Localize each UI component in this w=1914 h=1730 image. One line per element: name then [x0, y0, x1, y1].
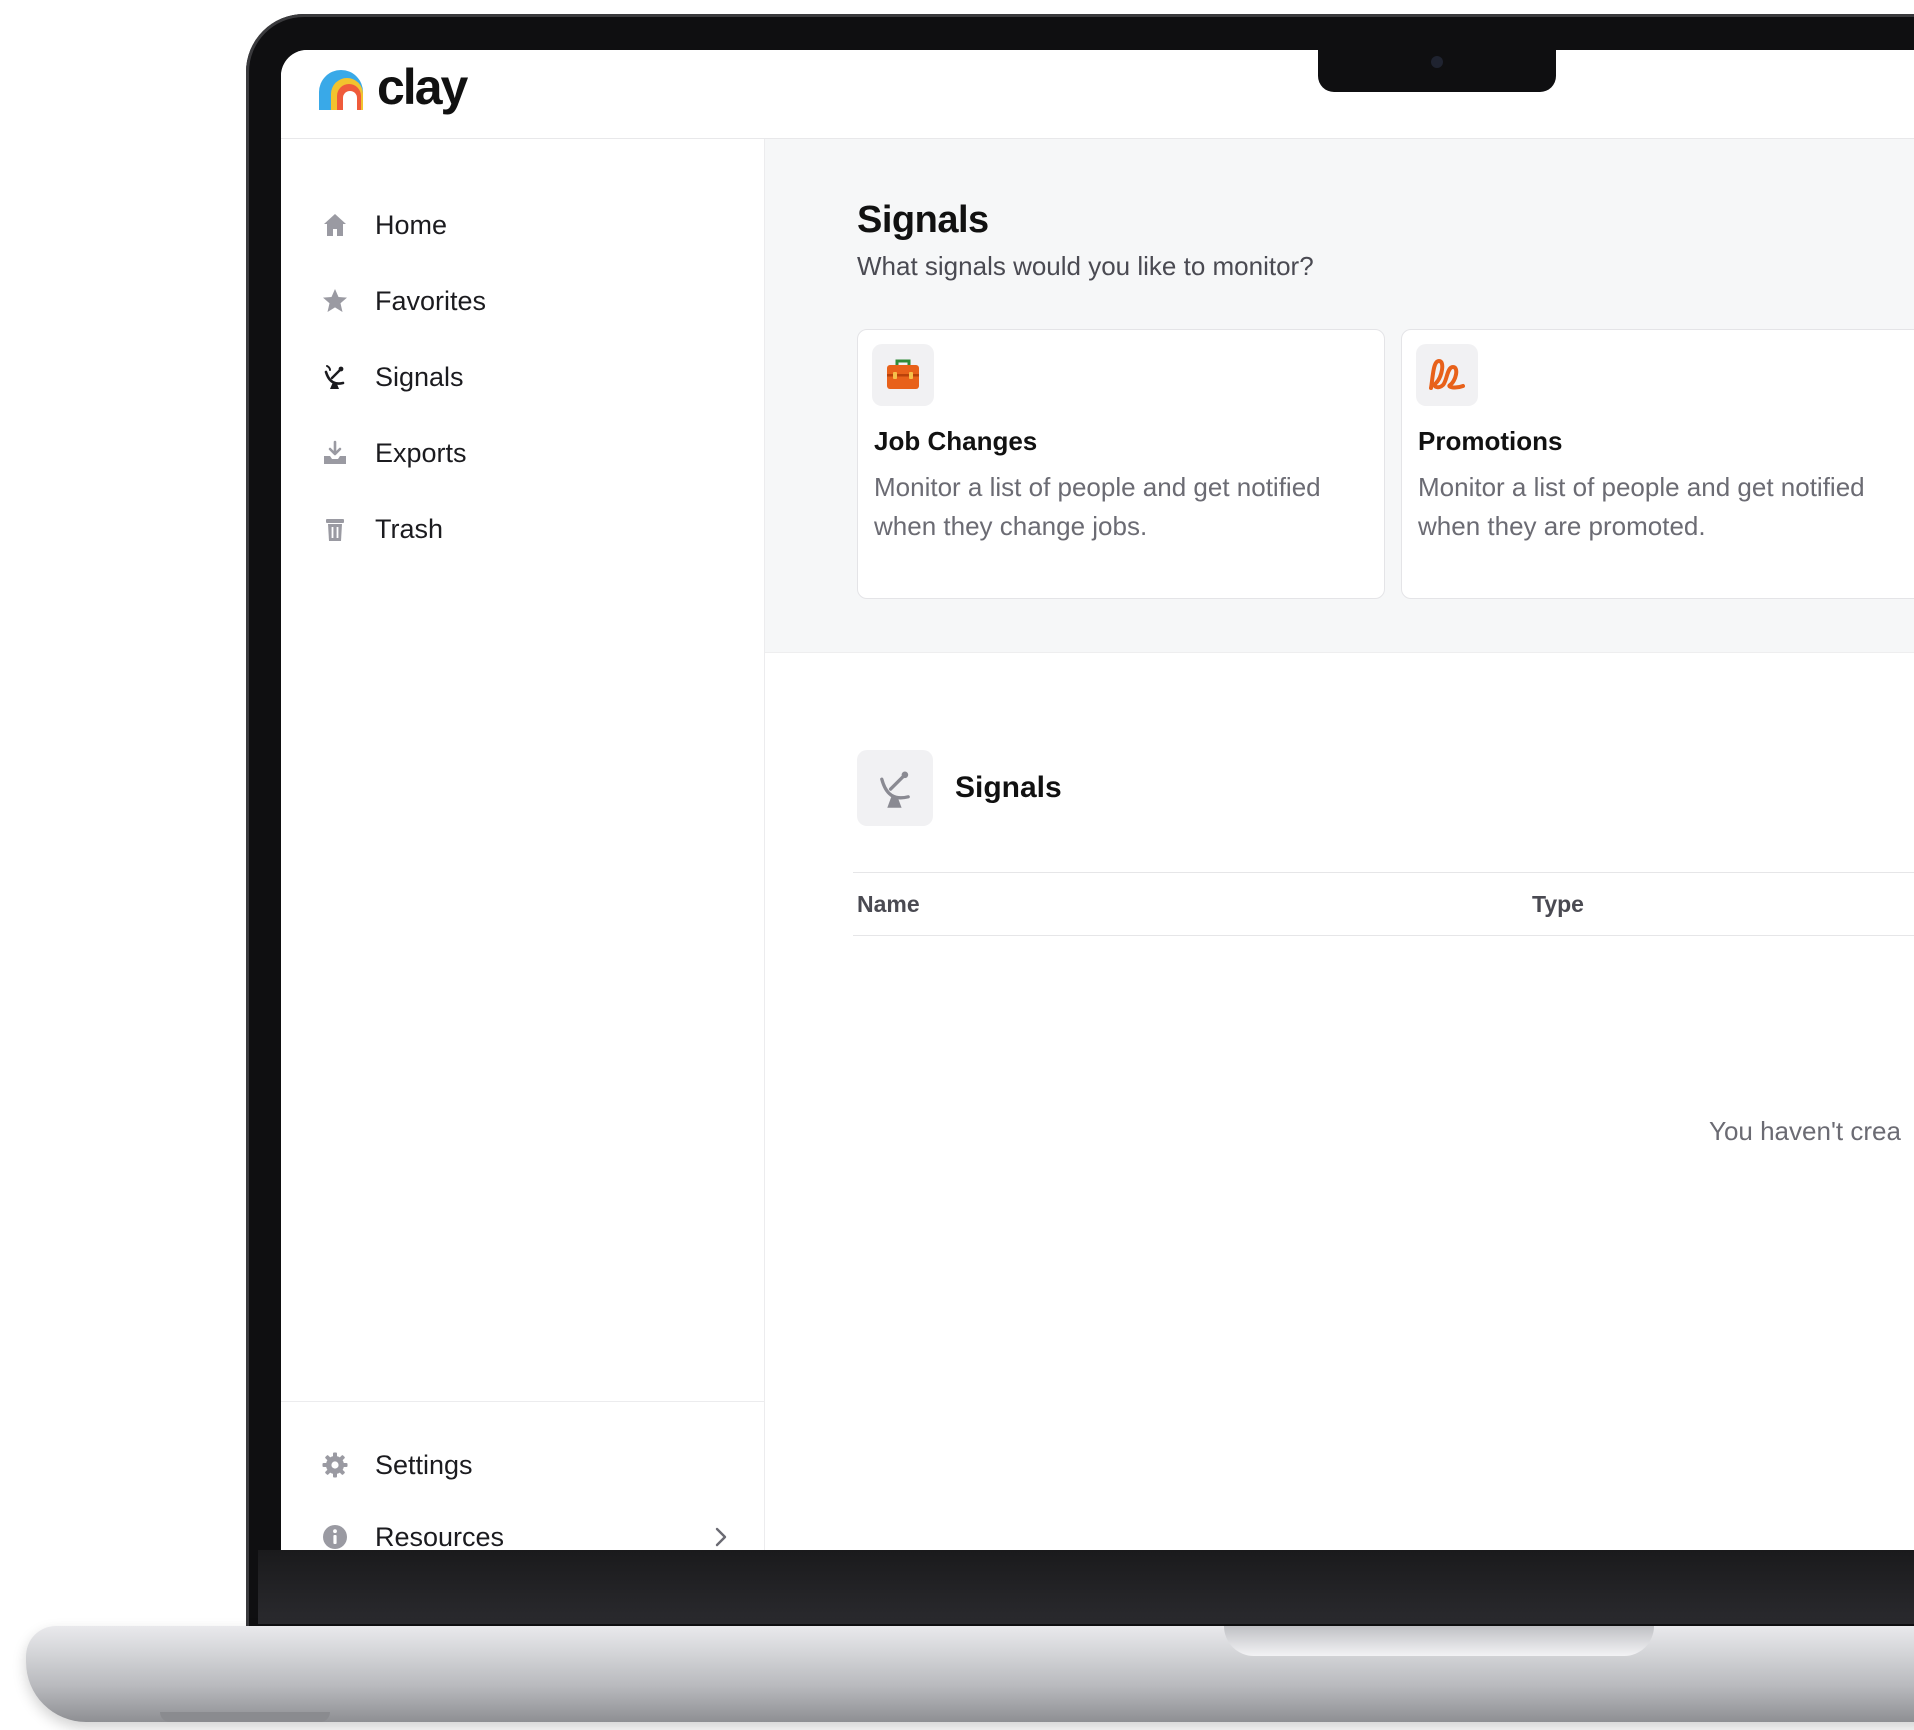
- gear-icon: [322, 1452, 348, 1478]
- sidebar-item-home[interactable]: Home: [321, 187, 486, 263]
- info-icon: [323, 1525, 347, 1549]
- screen: clay Home Favorites Signals Exports Tras…: [281, 50, 1914, 1550]
- card-description: Monitor a list of people and get notifie…: [874, 472, 1321, 541]
- sidebar-item-label: Favorites: [375, 285, 487, 316]
- briefcase-icon: [887, 359, 919, 389]
- loop-ribbon-icon: [1429, 358, 1465, 390]
- signal-card-promotions[interactable]: Promotions Monitor a list of people and …: [1401, 329, 1914, 599]
- satellite-dish-icon: [324, 365, 345, 389]
- column-header-type[interactable]: Type: [1532, 891, 1584, 918]
- sidebar-item-signals[interactable]: Signals: [321, 339, 486, 415]
- sidebar-item-label: Signals: [375, 361, 464, 392]
- card-title: Promotions: [1418, 426, 1563, 456]
- card-icon-wrapper: [872, 344, 934, 406]
- sidebar-item-settings[interactable]: Settings: [321, 1429, 731, 1501]
- card-icon-wrapper: [1416, 344, 1478, 406]
- page-subtitle: What signals would you like to monitor?: [857, 251, 1314, 281]
- sidebar-item-label: Resources: [375, 1521, 505, 1551]
- sidebar-item-label: Home: [375, 209, 448, 240]
- signals-list-header: Signals: [857, 750, 1062, 826]
- list-icon-wrapper: [857, 750, 933, 826]
- camera-notch: [1318, 42, 1556, 92]
- sidebar-item-exports[interactable]: Exports: [321, 415, 486, 491]
- page-title: Signals: [857, 199, 989, 241]
- sidebar-item-label: Trash: [375, 513, 444, 544]
- clay-logo[interactable]: clay: [317, 62, 468, 112]
- signal-card-job-changes[interactable]: Job Changes Monitor a list of people and…: [857, 329, 1385, 599]
- sidebar-item-label: Exports: [375, 437, 467, 468]
- sidebar-item-label: Settings: [375, 1449, 473, 1480]
- logo-text: clay: [377, 59, 468, 115]
- clay-logo-icon: [319, 70, 363, 110]
- sidebar-item-favorites[interactable]: Favorites: [321, 263, 486, 339]
- sidebar-divider: [281, 1401, 764, 1402]
- top-bar: clay: [281, 50, 1914, 139]
- laptop-foot: [160, 1712, 330, 1722]
- sidebar: Home Favorites Signals Exports Trash Set…: [281, 139, 765, 1550]
- laptop-trackpad-notch: [1224, 1626, 1654, 1656]
- sidebar-nav: Home Favorites Signals Exports Trash: [321, 187, 486, 567]
- table-header: Name Type: [853, 872, 1914, 936]
- star-icon: [323, 289, 347, 312]
- sidebar-bottom-nav: Settings Resources: [321, 1429, 731, 1550]
- chevron-right-icon[interactable]: [711, 1523, 731, 1550]
- laptop-chin: [258, 1550, 1914, 1624]
- satellite-dish-icon: [880, 771, 910, 808]
- column-header-name[interactable]: Name: [857, 891, 920, 918]
- card-description: Monitor a list of people and get notifie…: [1418, 472, 1865, 541]
- camera-icon: [1431, 56, 1443, 68]
- main-content: Signals What signals would you like to m…: [765, 139, 1914, 1550]
- sidebar-item-trash[interactable]: Trash: [321, 491, 486, 567]
- card-title: Job Changes: [874, 426, 1038, 456]
- signals-hero: Signals What signals would you like to m…: [765, 139, 1914, 653]
- sidebar-item-resources[interactable]: Resources: [321, 1501, 731, 1550]
- empty-state-text: You haven't crea: [1709, 1116, 1901, 1146]
- list-title: Signals: [955, 771, 1062, 804]
- export-tray-icon: [324, 440, 346, 464]
- home-icon: [324, 214, 346, 236]
- trash-icon: [326, 519, 344, 541]
